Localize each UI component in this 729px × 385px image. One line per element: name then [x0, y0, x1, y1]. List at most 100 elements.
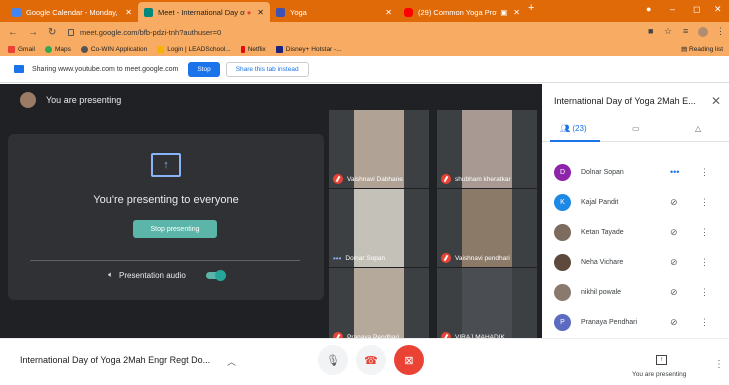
present-icon[interactable]: ↑: [656, 355, 667, 365]
new-tab-button[interactable]: +: [528, 2, 534, 14]
maximize-icon[interactable]: ◻: [693, 4, 700, 15]
bookmark-gmail[interactable]: Gmail: [8, 45, 35, 53]
presenting-card: ↑ You're presenting to everyone Stop pre…: [8, 134, 324, 300]
microphone-button[interactable]: 🎙︎: [318, 345, 348, 375]
bookmark-cowin[interactable]: Co-WIN Application: [80, 45, 147, 53]
browser-tab-calendar[interactable]: Google Calendar - Monday, 21 J ✕: [6, 2, 138, 22]
url-text: meet.google.com/bfb-pdzi-tnh?authuser=0: [80, 27, 222, 37]
panel-title: International Day of Yoga 2Mah E...: [554, 96, 696, 106]
close-panel-icon[interactable]: ✕: [711, 94, 721, 108]
participant-row[interactable]: K Kajal Pandit ⊘ ⋮: [542, 187, 729, 217]
globe-icon: [80, 45, 88, 53]
avatar[interactable]: [698, 27, 708, 37]
more-options-icon[interactable]: ⋮: [714, 359, 724, 370]
participant-row[interactable]: P Pranaya Pendhari ⊘ ⋮: [542, 307, 729, 337]
participant-row[interactable]: D Dolnar Sopan ••• ⋮: [542, 157, 729, 187]
bookmark-label: Gmail: [18, 45, 35, 53]
close-window-icon[interactable]: ✕: [714, 4, 722, 15]
profile-dot-icon[interactable]: ●: [646, 4, 651, 14]
sharing-infobar: Sharing www.youtube.com to meet.google.c…: [0, 56, 729, 83]
presentation-audio-row: 🔈︎ Presentation audio: [8, 269, 324, 281]
presenting-header-text: You are presenting: [46, 95, 122, 105]
more-options-icon[interactable]: ⋮: [700, 227, 709, 238]
participant-row[interactable]: Neha Vichare ⊘ ⋮: [542, 247, 729, 277]
video-tile[interactable]: Vaishnavi Dabhane: [329, 110, 429, 188]
participant-row[interactable]: Ketan Tayade ⊘ ⋮: [542, 217, 729, 247]
divider: [30, 260, 300, 261]
people-count: (23): [572, 124, 587, 133]
you-are-presenting-label: You are presenting: [632, 371, 687, 378]
mic-off-icon: ⊘: [670, 316, 678, 327]
tab-title: Meet - International Day of: [158, 7, 245, 17]
presenting-header: You are presenting: [20, 92, 121, 108]
share-this-tab-button[interactable]: Share this tab instead: [225, 61, 309, 77]
activities-icon: △: [695, 124, 702, 133]
active-tab-indicator: [550, 140, 600, 142]
lock-icon: [68, 28, 74, 36]
avatar: [554, 223, 571, 241]
bookmark-netflix[interactable]: Netflix: [240, 45, 266, 53]
mic-off-icon: ⊘: [670, 226, 678, 237]
tab-title: Yoga: [290, 7, 307, 17]
chevron-up-icon[interactable]: ︿: [227, 355, 236, 368]
close-tab-icon[interactable]: ✕: [385, 8, 392, 17]
tile-name: Dolnar Sopan: [345, 255, 386, 262]
more-options-icon[interactable]: ⋮: [700, 317, 709, 328]
browser-tab-meet[interactable]: Meet - International Day of ● ✕: [138, 2, 270, 22]
camera-off-icon: ⊠: [404, 354, 414, 367]
reading-mode-icon[interactable]: ≡: [683, 26, 688, 36]
youtube-icon: [404, 7, 413, 17]
tab-title: (29) Common Yoga Protoco: [418, 7, 497, 17]
calendar-icon: [12, 7, 21, 17]
star-icon[interactable]: ☆: [664, 26, 672, 37]
more-options-icon[interactable]: ⋮: [700, 197, 709, 208]
kebab-menu-icon[interactable]: ⋮: [716, 26, 725, 37]
bookmark-leadschool[interactable]: Login | LEADSchool...: [157, 45, 231, 53]
minimize-icon[interactable]: –: [670, 4, 675, 14]
camera-icon[interactable]: ■: [648, 26, 653, 36]
tab-chat[interactable]: ▭: [632, 124, 640, 133]
back-icon[interactable]: ←: [8, 27, 18, 38]
tile-label: Vaishnavi pendhari: [441, 253, 510, 263]
leave-call-button[interactable]: ☎︎: [356, 345, 386, 375]
browser-tab-yoga[interactable]: Yoga ✕: [270, 2, 398, 22]
stop-presenting-button[interactable]: Stop presenting: [133, 220, 217, 238]
bookmark-maps[interactable]: Maps: [44, 45, 71, 53]
presentation-audio-toggle[interactable]: [205, 269, 226, 281]
mic-off-icon: ⊘: [670, 256, 678, 267]
avatar: D: [554, 163, 571, 181]
speaking-icon: •••: [333, 254, 342, 263]
url-field[interactable]: meet.google.com/bfb-pdzi-tnh?authuser=0: [68, 25, 638, 39]
video-tile[interactable]: Pranaya Pendhari: [329, 268, 429, 346]
close-tab-icon[interactable]: ✕: [513, 8, 520, 17]
tab-activities[interactable]: △: [695, 124, 701, 133]
more-options-icon[interactable]: ⋮: [700, 257, 709, 268]
browser-tab-youtube[interactable]: (29) Common Yoga Protoco ▣ ✕: [398, 2, 526, 22]
tab-people[interactable]: 👥︎ (23): [560, 124, 587, 133]
participant-row[interactable]: nikhil powale ⊘ ⋮: [542, 277, 729, 307]
recording-dot-icon: ●: [246, 7, 252, 17]
video-tile[interactable]: ••• Dolnar Sopan: [329, 189, 429, 267]
reading-list-label: Reading list: [689, 46, 723, 53]
camera-off-button[interactable]: ⊠: [394, 345, 424, 375]
avatar: K: [554, 193, 571, 211]
mic-off-icon: [441, 174, 451, 184]
stop-sharing-button[interactable]: Stop: [188, 61, 220, 77]
close-tab-icon[interactable]: ✕: [257, 8, 264, 17]
video-tile[interactable]: VIRAJ MAHADIK: [437, 268, 537, 346]
reload-icon[interactable]: ↻: [48, 27, 56, 38]
video-tile[interactable]: Vaishnavi pendhari: [437, 189, 537, 267]
avatar: P: [554, 313, 571, 331]
tile-name: Vaishnavi Dabhane: [347, 175, 403, 183]
more-options-icon[interactable]: ⋮: [700, 287, 709, 298]
reading-list-button[interactable]: ▤ Reading list: [681, 45, 723, 53]
forward-icon[interactable]: →: [28, 27, 38, 38]
close-tab-icon[interactable]: ✕: [125, 8, 132, 17]
sharing-text: Sharing www.youtube.com to meet.google.c…: [32, 65, 179, 73]
avatar: [554, 253, 571, 271]
meeting-controls-bar: International Day of Yoga 2Mah Engr Regt…: [0, 338, 729, 385]
maps-icon: [44, 45, 52, 53]
video-tile[interactable]: shubham kheratkar: [437, 110, 537, 188]
more-options-icon[interactable]: ⋮: [700, 167, 709, 178]
bookmark-hotstar[interactable]: Disney+ Hotstar -...: [275, 45, 342, 53]
